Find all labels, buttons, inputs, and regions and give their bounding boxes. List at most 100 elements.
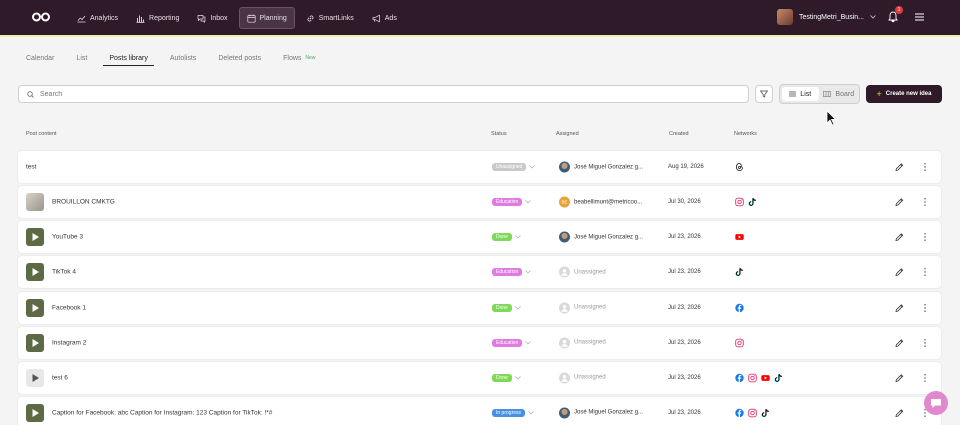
more-options-icon[interactable] xyxy=(923,268,927,277)
tab-list[interactable]: List xyxy=(76,55,87,66)
assignee[interactable]: BE beabellimunt@metricoo... xyxy=(559,196,643,208)
chevron-down-icon xyxy=(525,340,531,345)
post-thumbnail xyxy=(26,368,44,387)
table-row[interactable]: test 6 Done Unassigned Jul 23, 2026 xyxy=(18,361,941,394)
assignee[interactable]: José Miguel Gonzalez g... xyxy=(559,407,643,419)
user-icon xyxy=(561,304,568,312)
nav-item-label: Analytics xyxy=(90,14,119,22)
edit-pencil-icon[interactable] xyxy=(895,268,904,277)
avatar xyxy=(559,337,570,349)
status-dropdown[interactable]: Done xyxy=(492,233,521,242)
post-title[interactable]: test 6 xyxy=(52,374,68,381)
inbox-icon xyxy=(198,14,206,23)
assignee[interactable]: José Miguel Gonzalez g... xyxy=(559,161,643,173)
tab-flows[interactable]: Flows New xyxy=(283,55,315,66)
post-title[interactable]: Facebook 1 xyxy=(52,304,86,311)
view-toggle: List Board xyxy=(779,84,860,104)
column-assigned[interactable]: Assigned xyxy=(556,131,579,137)
hamburger-menu-icon[interactable] xyxy=(915,13,924,21)
nav-item-inbox[interactable]: Inbox xyxy=(190,7,234,29)
assignee[interactable]: Unassigned xyxy=(559,372,606,384)
table-row[interactable]: Caption for Facebook: abc Caption for In… xyxy=(18,396,941,425)
status-dropdown[interactable]: Education xyxy=(492,198,531,207)
table-row[interactable]: YouTube 3 Done José Miguel Gonzalez g... Ju… xyxy=(18,221,941,254)
status-dropdown[interactable]: Education xyxy=(492,338,531,347)
post-title[interactable]: test xyxy=(26,164,36,171)
column-networks[interactable]: Networks xyxy=(734,131,757,137)
status-badge: Unassigned xyxy=(492,163,527,171)
table-row[interactable]: test Unassigned José Miguel Gonzalez g... A… xyxy=(18,151,941,183)
edit-pencil-icon[interactable] xyxy=(895,338,904,347)
avatar xyxy=(559,302,570,314)
nav-item-reporting[interactable]: Reporting xyxy=(129,7,186,29)
post-thumbnail xyxy=(26,333,44,352)
calendar-icon xyxy=(246,14,256,23)
tab-calendar[interactable]: Calendar xyxy=(26,55,54,66)
nav-item-label: Inbox xyxy=(210,14,228,22)
create-new-idea-button[interactable]: + Create new idea xyxy=(866,85,942,103)
tab-deleted-posts[interactable]: Deleted posts xyxy=(218,55,261,66)
post-thumbnail xyxy=(26,193,44,212)
status-dropdown[interactable]: Unassigned xyxy=(492,163,536,171)
table-row[interactable]: TikTok 4 Education Unassigned Jul 23, 2026 xyxy=(18,256,941,289)
status-dropdown[interactable]: Done xyxy=(492,303,521,312)
new-badge: New xyxy=(305,55,316,61)
networks-list xyxy=(735,338,744,347)
status-dropdown[interactable]: In progress xyxy=(492,408,534,417)
filter-button[interactable] xyxy=(755,85,773,103)
column-post-content[interactable]: Post content xyxy=(26,131,57,137)
post-title[interactable]: Instagram 2 xyxy=(52,339,86,346)
status-badge: Done xyxy=(492,373,512,382)
play-icon xyxy=(32,408,39,417)
list-view-button[interactable]: List xyxy=(782,87,819,101)
status-dropdown[interactable]: Education xyxy=(492,268,531,277)
assignee-name: Unassigned xyxy=(574,339,606,346)
search-bar[interactable] xyxy=(18,85,749,103)
status-dropdown[interactable]: Done xyxy=(492,373,521,382)
chat-button[interactable] xyxy=(924,391,948,415)
nav-item-ads[interactable]: Ads xyxy=(365,7,404,29)
more-options-icon[interactable] xyxy=(923,373,927,382)
assignee[interactable]: Unassigned xyxy=(559,266,606,278)
table-row[interactable]: Facebook 1 Done Unassigned Jul 23, 2026 xyxy=(18,291,941,324)
edit-pencil-icon[interactable] xyxy=(895,198,904,207)
post-title[interactable]: YouTube 3 xyxy=(52,234,83,241)
column-status[interactable]: Status xyxy=(491,131,507,137)
post-thumbnail xyxy=(26,298,44,317)
edit-pencil-icon[interactable] xyxy=(895,163,904,172)
search-input[interactable] xyxy=(40,90,720,98)
chevron-down-icon xyxy=(529,165,536,169)
metricool-logo-icon[interactable] xyxy=(32,12,50,22)
tab-autolists[interactable]: Autolists xyxy=(170,55,196,66)
nav-item-analytics[interactable]: Analytics xyxy=(70,7,125,29)
more-options-icon[interactable] xyxy=(923,198,927,207)
nav-item-planning[interactable]: Planning xyxy=(238,7,295,29)
more-options-icon[interactable] xyxy=(923,163,927,172)
edit-pencil-icon[interactable] xyxy=(895,408,904,418)
assignee[interactable]: Unassigned xyxy=(559,337,606,349)
more-options-icon[interactable] xyxy=(923,303,927,312)
more-options-icon[interactable] xyxy=(923,233,927,242)
post-title[interactable]: TikTok 4 xyxy=(52,269,76,276)
assignee[interactable]: Unassigned xyxy=(559,302,606,314)
user-icon xyxy=(561,374,568,382)
assignee-name: beabellimunt@metricoo... xyxy=(574,199,643,206)
nav-item-smartlinks[interactable]: SmartLinks xyxy=(299,7,361,29)
edit-pencil-icon[interactable] xyxy=(895,373,904,382)
column-created[interactable]: Created xyxy=(669,131,689,137)
chat-icon xyxy=(931,398,941,408)
tab-posts-library[interactable]: Posts library xyxy=(103,55,154,66)
table-row[interactable]: Instagram 2 Education Unassigned Jul 23, 20… xyxy=(18,326,941,359)
more-options-icon[interactable] xyxy=(923,338,927,347)
edit-pencil-icon[interactable] xyxy=(895,303,904,312)
assignee[interactable]: José Miguel Gonzalez g... xyxy=(559,231,643,243)
board-view-button[interactable]: Board xyxy=(821,87,858,101)
created-date: Jul 23, 2026 xyxy=(668,234,701,241)
post-title[interactable]: BROUILLON CMKTG xyxy=(52,199,115,206)
account-switcher[interactable]: TestingMetri_Busin... xyxy=(777,9,876,25)
table-row[interactable]: BROUILLON CMKTG Education BE beabellimunt@m… xyxy=(18,186,941,219)
chevron-down-icon xyxy=(528,411,534,415)
edit-pencil-icon[interactable] xyxy=(895,233,904,242)
post-title[interactable]: Caption for Facebook: abc Caption for In… xyxy=(52,409,272,416)
youtube-icon xyxy=(761,374,770,381)
